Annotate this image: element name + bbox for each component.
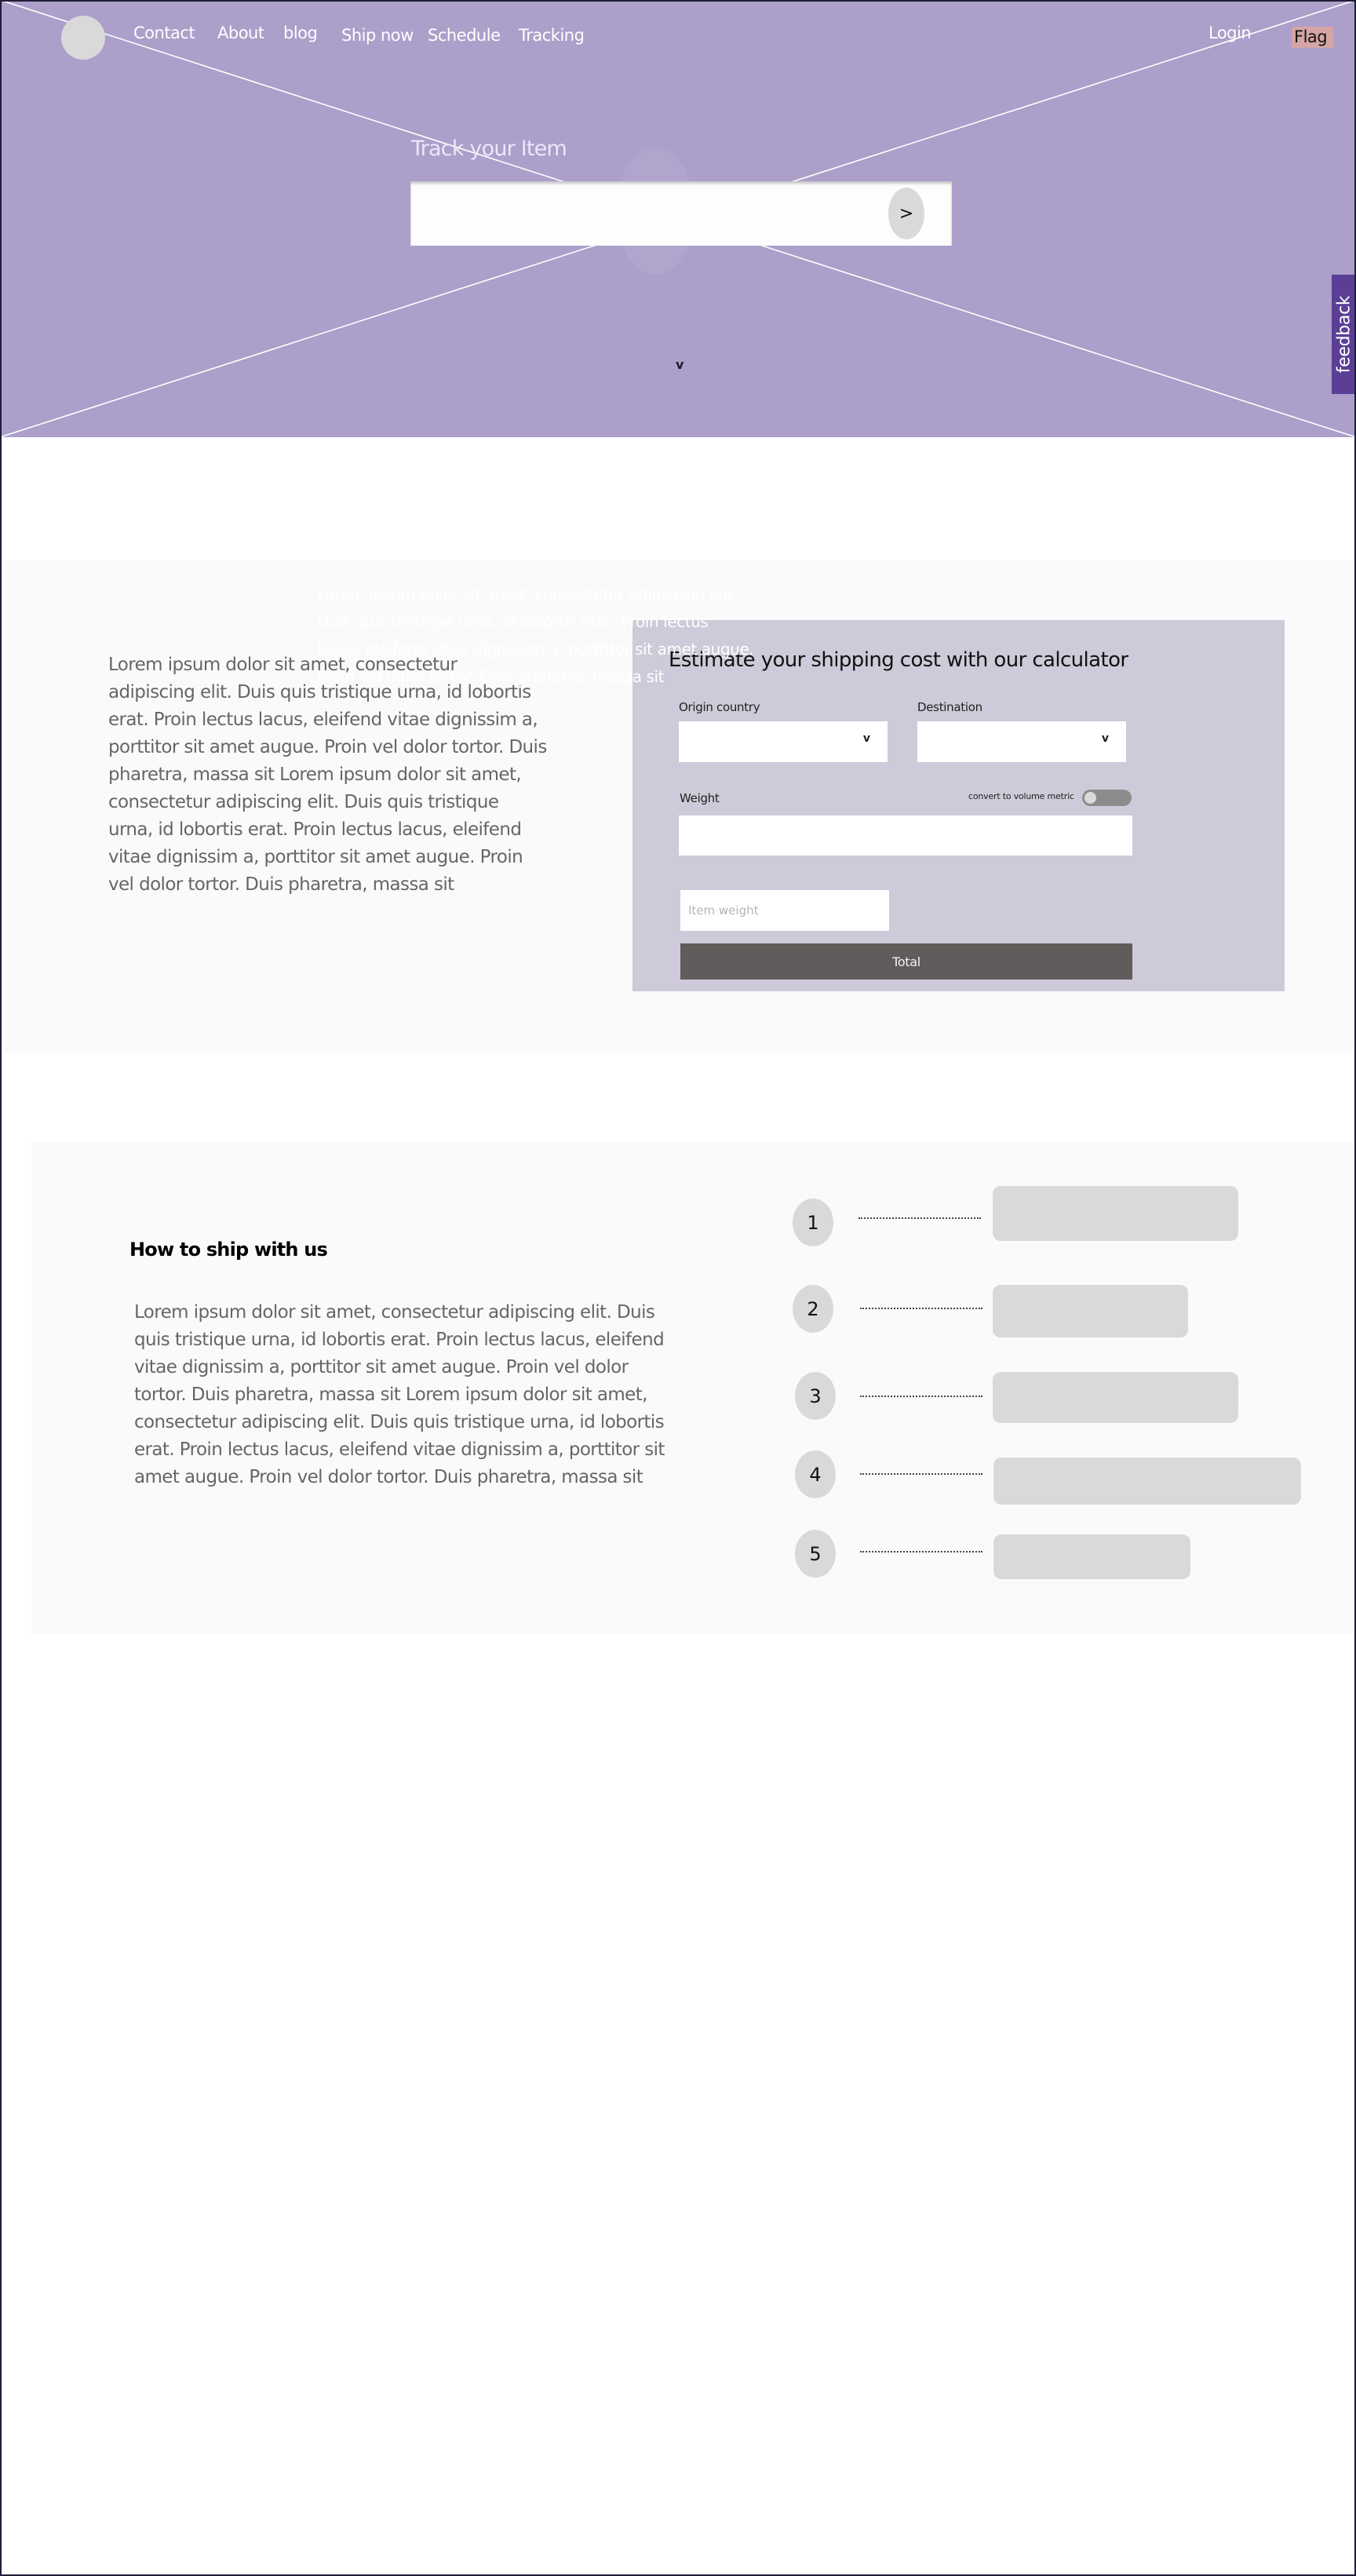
origin-country-select[interactable]: v — [679, 721, 888, 762]
step-connector-line — [860, 1473, 982, 1475]
step-connector-line — [860, 1308, 982, 1309]
weight-input[interactable] — [679, 815, 1132, 856]
total-button[interactable]: Total — [680, 943, 1132, 980]
toggle-knob — [1084, 792, 1096, 804]
nav-schedule[interactable]: Schedule — [428, 26, 501, 45]
login-link[interactable]: Login — [1208, 24, 1252, 42]
tracking-search-box: > — [410, 181, 952, 246]
nav-blog[interactable]: blog — [283, 24, 318, 42]
chevron-down-icon: v — [862, 732, 870, 745]
nav-about[interactable]: About — [217, 24, 264, 42]
destination-label: Destination — [917, 700, 982, 714]
step-number-badge: 2 — [793, 1285, 833, 1333]
step-card[interactable] — [993, 1534, 1190, 1579]
nav-contact[interactable]: Contact — [133, 24, 195, 42]
hero-banner: Contact About blog Ship now Schedule Tra… — [0, 0, 1356, 437]
track-submit-button[interactable]: > — [888, 188, 924, 239]
step-card[interactable] — [993, 1285, 1188, 1337]
scroll-down-chevron-icon[interactable]: v — [676, 357, 683, 372]
nav-ship-now[interactable]: Ship now — [341, 26, 414, 45]
item-weight-input[interactable] — [680, 890, 889, 931]
tracking-number-input[interactable] — [418, 188, 881, 239]
feedback-tab[interactable]: feedback — [1332, 275, 1356, 394]
overlay-ghost-text: Lorem ipsum dolor sit amet, consectetur … — [317, 585, 754, 686]
step-connector-line — [860, 1551, 982, 1553]
language-flag-button[interactable]: Flag — [1292, 27, 1333, 48]
step-number-badge: 4 — [795, 1450, 836, 1498]
track-item-label: Track your Item — [411, 137, 567, 161]
origin-country-label: Origin country — [679, 700, 760, 714]
step-number-badge: 1 — [793, 1199, 833, 1246]
weight-label: Weight — [680, 791, 720, 805]
convert-volume-metric-toggle[interactable] — [1082, 790, 1132, 806]
step-number-badge: 3 — [795, 1372, 836, 1420]
feedback-label: feedback — [1334, 295, 1354, 374]
destination-select[interactable]: v — [917, 721, 1126, 762]
how-to-ship-paragraph: Lorem ipsum dolor sit amet, consectetur … — [134, 1302, 665, 1487]
logo[interactable] — [61, 16, 105, 60]
nav-tracking[interactable]: Tracking — [519, 26, 585, 45]
step-card[interactable] — [993, 1186, 1238, 1241]
step-card[interactable] — [993, 1372, 1238, 1423]
step-card[interactable] — [993, 1458, 1301, 1505]
chevron-down-icon: v — [1101, 732, 1109, 745]
step-connector-line — [858, 1217, 981, 1219]
convert-volume-metric-label: convert to volume metric — [968, 791, 1074, 801]
step-number-badge: 5 — [795, 1530, 836, 1578]
how-to-ship-title: How to ship with us — [129, 1239, 328, 1261]
step-connector-line — [860, 1396, 982, 1397]
